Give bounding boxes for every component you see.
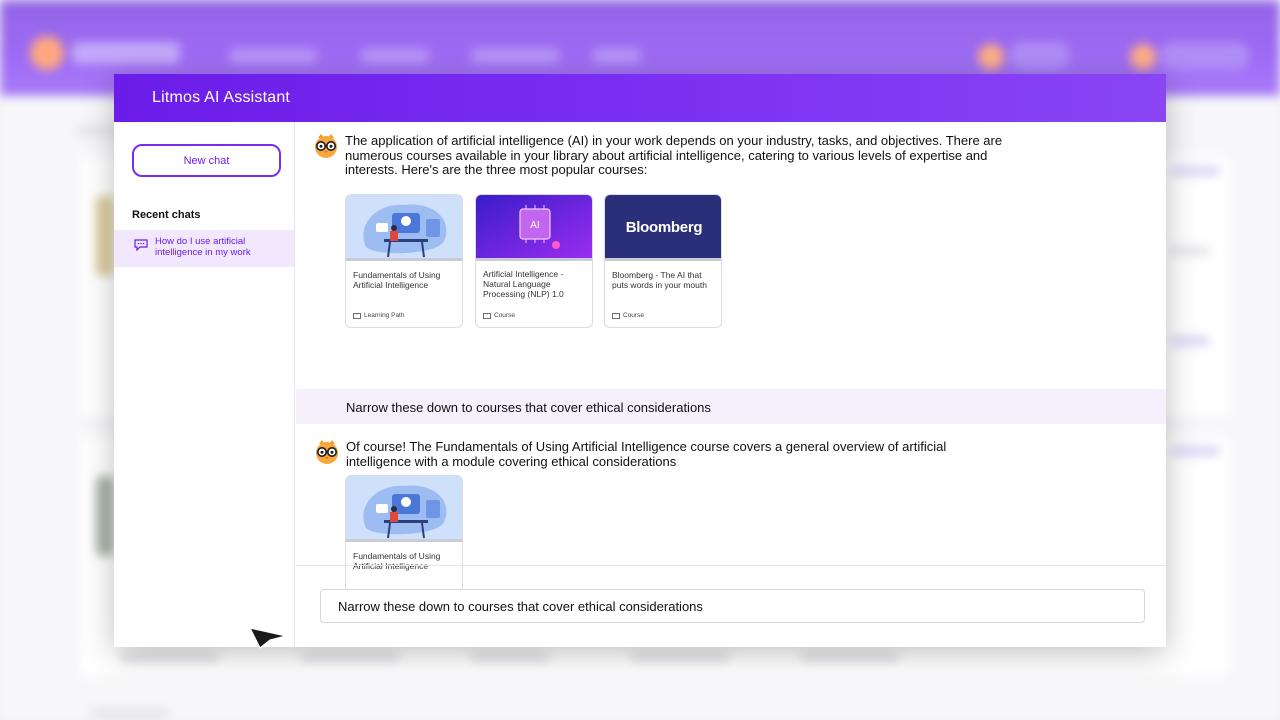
chat-bubble-icon (134, 239, 148, 251)
course-type-text: Course (494, 312, 515, 319)
course-type-text: Course (623, 312, 644, 319)
assistant-owl-avatar-icon (315, 134, 337, 158)
svg-text:AI: AI (530, 220, 539, 231)
assistant-message-text: Of course! The Fundamentals of Using Art… (346, 439, 947, 469)
book-icon (353, 312, 361, 319)
ai-chip-thumbnail: AI (476, 195, 592, 259)
course-card[interactable]: Bloomberg Bloomberg - The AI that puts w… (604, 194, 722, 328)
user-message: Narrow these down to courses that cover … (296, 389, 1166, 424)
course-title: Fundamentals of Using Artificial Intelli… (353, 551, 441, 571)
ai-illustration-thumbnail (346, 476, 462, 540)
course-card[interactable]: Fundamentals of Using Artificial Intelli… (345, 194, 463, 328)
book-icon (612, 312, 620, 319)
recent-chat-label: How do I use artificial intelligence in … (155, 236, 251, 258)
course-title: Bloomberg - The AI that puts words in yo… (612, 270, 707, 290)
bloomberg-logo-thumbnail: Bloomberg (605, 195, 721, 259)
book-icon (483, 312, 491, 319)
course-type-label: Course (483, 312, 515, 319)
chat-sidebar: New chat Recent chats How do I use artif… (114, 122, 295, 647)
course-title: Artificial Intelligence - Natural Langua… (483, 269, 564, 299)
conversation-pane: The application of artificial intelligen… (296, 122, 1166, 647)
user-message-text: Narrow these down to courses that cover … (346, 400, 711, 415)
course-card[interactable]: AI Artificial Intelligence - Natural Lan… (475, 194, 593, 328)
ai-assistant-modal: Litmos AI Assistant New chat Recent chat… (114, 74, 1166, 647)
course-type-label: Course (612, 312, 644, 319)
ai-illustration-thumbnail (346, 195, 462, 259)
mouse-cursor-icon (248, 627, 287, 649)
course-type-label: Learning Path (353, 312, 404, 319)
modal-title: Litmos AI Assistant (152, 89, 291, 106)
modal-header: Litmos AI Assistant (114, 74, 1166, 122)
course-title: Fundamentals of Using Artificial Intelli… (353, 270, 441, 290)
bloomberg-logo-text: Bloomberg (625, 218, 703, 236)
recent-chat-item[interactable]: How do I use artificial intelligence in … (114, 230, 294, 267)
message-input-text: Narrow these down to courses that cover … (338, 598, 703, 614)
assistant-owl-avatar-icon (316, 440, 338, 464)
message-input[interactable]: Narrow these down to courses that cover … (320, 589, 1145, 623)
modal-body: New chat Recent chats How do I use artif… (114, 122, 1166, 647)
course-type-text: Learning Path (364, 312, 405, 319)
recent-chats-heading: Recent chats (132, 209, 201, 221)
assistant-message-text: The application of artificial intelligen… (345, 133, 1003, 178)
new-chat-button[interactable]: New chat (132, 144, 281, 177)
composer-divider (296, 565, 1166, 566)
